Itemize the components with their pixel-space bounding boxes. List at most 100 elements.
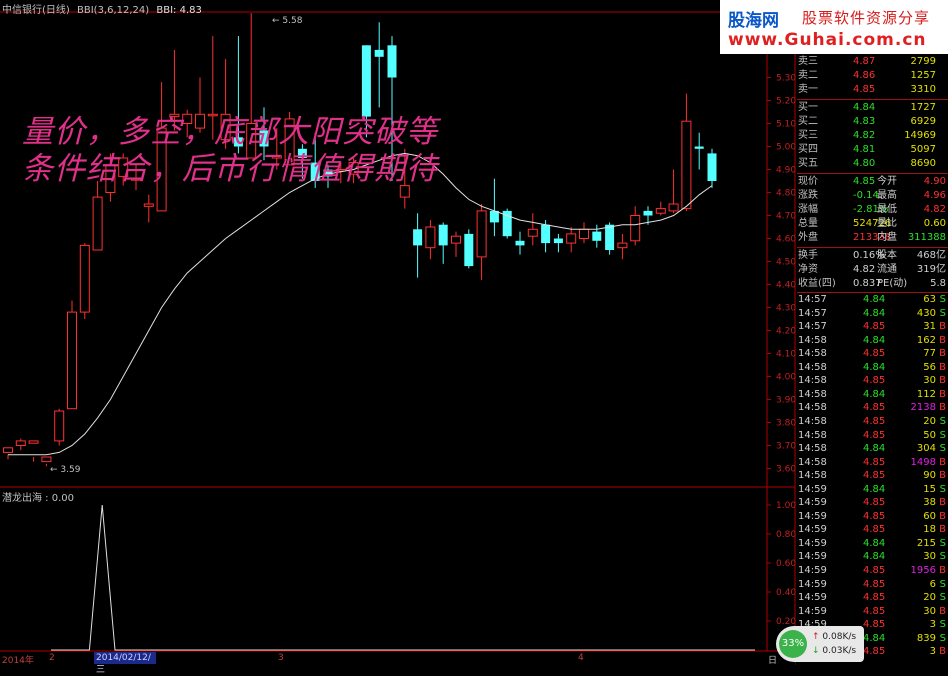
buy-row[interactable]: 买五 4.80 8690 (797, 158, 948, 170)
selected-date[interactable]: 2014/02/12/三 (94, 652, 156, 675)
price-tick-label: 4.20 (776, 327, 796, 337)
candle-body (630, 215, 641, 242)
buy-row[interactable]: 买四 4.81 5097 (797, 144, 948, 156)
tick-row-c3: 31 (923, 321, 936, 333)
tick-row-c1: 14:59 (798, 592, 827, 604)
tick-row-c1: 14:59 (798, 551, 827, 563)
tick-row-c2: 4.84 (863, 294, 886, 305)
quote-row[interactable]: 涨幅 -2.81% 最低 4.82 (797, 204, 948, 216)
quote-row-c4: 4.82 (923, 204, 946, 215)
buy-row[interactable]: 买三 4.82 14969 (797, 130, 948, 142)
tick-row-c4: S (939, 632, 946, 644)
tick-row[interactable]: 14:57 4.84 430 S (797, 308, 948, 320)
price-tick-label: 5.20 (776, 97, 796, 107)
tick-row-c2: 4.85 (863, 415, 886, 427)
price-tick-label: 4.40 (776, 281, 796, 291)
price-tick-label: 5.30 (776, 74, 796, 84)
tick-row-c4: S (939, 443, 946, 455)
quote-row-c1: 现价 (798, 176, 818, 187)
quote-row-c3: 最高 (877, 190, 897, 201)
tick-row-c3: 60 (923, 510, 936, 522)
tick-row[interactable]: 14:59 4.85 30 B (797, 606, 948, 618)
price-tick-label: 4.50 (776, 258, 796, 268)
sell-row-c2: 4.86 (853, 70, 876, 81)
tick-row[interactable]: 14:59 4.85 20 S (797, 592, 948, 604)
candle-body (592, 231, 602, 241)
tick-row[interactable]: 14:58 4.84 56 B (797, 362, 948, 374)
tick-row[interactable]: 14:58 4.85 20 S (797, 416, 948, 428)
candle-body (681, 120, 692, 210)
tick-row-c4: S (939, 294, 946, 305)
tick-row[interactable]: 14:59 4.85 6 S (797, 579, 948, 591)
quote-row[interactable]: 外盘 213338 内盘 311388 (797, 232, 948, 244)
quote-row[interactable]: 涨跌 -0.14 最高 4.96 (797, 190, 948, 202)
tick-row[interactable]: 14:58 4.85 77 B (797, 348, 948, 360)
tick-row-c3: 162 (916, 334, 936, 346)
quote-row[interactable]: 总量 524726 量比 0.60 (797, 218, 948, 230)
tick-row-c4: B (939, 565, 946, 576)
tick-row-c3: 2138 (910, 402, 936, 414)
tick-row[interactable]: 14:59 4.85 1956 B (797, 565, 948, 577)
tick-row[interactable]: 14:58 4.84 304 S (797, 443, 948, 455)
site-logo: 股海网 股票软件资源分享 www.Guhai.com.cn (720, 0, 948, 54)
candle-body (541, 224, 551, 244)
sell-row[interactable]: 卖二 4.86 1257 (797, 70, 948, 82)
indicator-tick-label: 1.00 (776, 501, 796, 511)
indicator-title: 潜龙出海 : 0.00 (2, 493, 74, 504)
stats-row-c3: PE(动) (877, 278, 908, 289)
buy-row[interactable]: 买一 4.84 1727 (797, 102, 948, 114)
bbi-params: BBI(3,6,12,24) (77, 5, 150, 16)
tick-row[interactable]: 14:59 4.84 215 S (797, 538, 948, 550)
tick-row-c1: 14:58 (798, 334, 827, 346)
sell-row[interactable]: 卖三 4.87 2799 (797, 56, 948, 68)
tick-row-c3: 38 (923, 497, 936, 509)
tick-row-c3: 1956 (910, 565, 936, 576)
tick-row[interactable]: 14:59 4.85 18 B (797, 524, 948, 536)
tick-row[interactable]: 14:59 4.84 30 S (797, 551, 948, 563)
price-tick-label: 5.00 (776, 143, 796, 153)
tick-row-c2: 4.85 (863, 470, 886, 482)
period-label[interactable]: 日 (768, 653, 777, 666)
date-label-year: 2014年 (2, 656, 34, 666)
tick-row[interactable]: 14:59 4.85 38 B (797, 497, 948, 509)
tick-row-c1: 14:58 (798, 402, 827, 414)
tick-row[interactable]: 14:58 4.84 162 B (797, 335, 948, 347)
bbi-line (8, 152, 713, 456)
quote-row-c3: 今开 (877, 176, 897, 187)
sell-row-c2: 4.87 (853, 56, 876, 67)
network-speed-widget[interactable]: 33% ↑ 0.08K/s ↓ 0.03K/s (776, 626, 864, 662)
tick-row-c3: 63 (923, 294, 936, 305)
tick-row[interactable]: 14:58 4.85 30 B (797, 375, 948, 387)
tick-row-c2: 4.85 (863, 497, 886, 509)
stats-row[interactable]: 换手 0.16% 股本 468亿 (797, 250, 948, 262)
stats-row-c1: 净资 (798, 264, 818, 275)
tick-row-c1: 14:58 (798, 470, 827, 482)
tick-row[interactable]: 14:58 4.85 50 S (797, 430, 948, 442)
sell-row[interactable]: 卖一 4.85 3310 (797, 84, 948, 96)
tick-row[interactable]: 14:59 4.85 60 B (797, 511, 948, 523)
tick-row-c3: 215 (916, 537, 936, 549)
tick-row[interactable]: 14:58 4.85 90 B (797, 470, 948, 482)
buy-row[interactable]: 买二 4.83 6929 (797, 116, 948, 128)
stock-name[interactable]: 中信银行(日线) (2, 5, 70, 16)
candle-body (707, 153, 717, 181)
tick-row-c2: 4.85 (863, 456, 886, 468)
buy-row-c2: 4.81 (853, 144, 876, 155)
tick-row-c4: B (939, 321, 946, 333)
tick-row[interactable]: 14:59 4.84 15 S (797, 484, 948, 496)
price-tick-label: 3.70 (776, 442, 796, 452)
tick-row[interactable]: 14:58 4.84 112 B (797, 389, 948, 401)
sell-row-c3: 3310 (910, 84, 936, 95)
tick-row[interactable]: 14:58 4.85 2138 B (797, 402, 948, 414)
tick-row[interactable]: 14:58 4.85 1498 B (797, 457, 948, 469)
candle-body (655, 208, 666, 214)
quote-row[interactable]: 现价 4.85 今开 4.90 (797, 176, 948, 188)
candle-body (451, 235, 461, 244)
tick-row-c2: 4.84 (863, 307, 886, 319)
stats-row[interactable]: 收益(四) 0.837 PE(动) 5.8 (797, 278, 948, 290)
quote-row-c1: 外盘 (798, 232, 818, 243)
stats-row-c1: 收益(四) (798, 278, 836, 289)
stats-row[interactable]: 净资 4.82 流通 319亿 (797, 264, 948, 276)
tick-row[interactable]: 14:57 4.84 63 S (797, 294, 948, 306)
tick-row[interactable]: 14:57 4.85 31 B (797, 321, 948, 333)
